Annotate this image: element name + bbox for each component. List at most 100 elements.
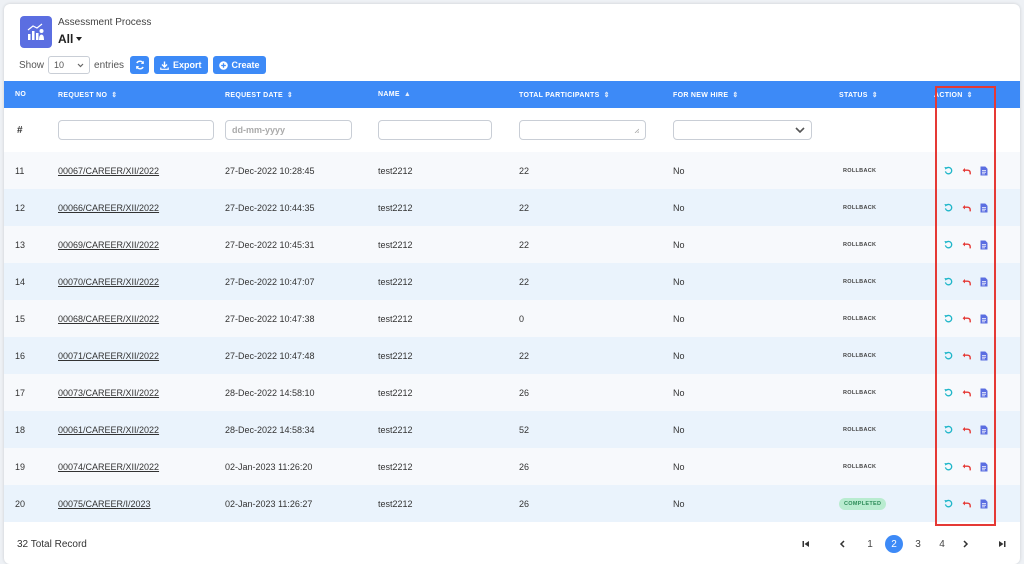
request-no-link[interactable]: 00067/CAREER/XII/2022 [58,166,159,176]
reload-icon[interactable] [944,166,953,175]
undo-arrow-icon[interactable] [962,277,971,286]
request-no-link[interactable]: 00075/CAREER/I/2023 [58,499,151,509]
export-button[interactable]: Export [154,56,208,74]
page-title: Assessment Process [58,17,152,28]
status-badge: ROLLBACK [843,316,877,322]
create-button[interactable]: Create [212,56,266,74]
request-date: 28-Dec-2022 14:58:34 [225,424,315,435]
new-hire-filter-select[interactable] [673,120,812,140]
document-icon[interactable] [980,277,988,287]
column-header-name[interactable]: NAME ▲ [378,81,519,108]
sort-icon: ⇕ [966,91,973,99]
assessment-requests-table: NO REQUEST NO ⇕ REQUEST DATE ⇕ NAME ▲ TOTAL… [4,81,1020,522]
request-no-link[interactable]: 00066/CAREER/XII/2022 [58,203,159,213]
request-date: 28-Dec-2022 14:58:10 [225,387,315,398]
table-row: 11 00067/CAREER/XII/2022 27-Dec-2022 10:28… [4,152,1020,189]
column-header-request-date[interactable]: REQUEST DATE ⇕ [225,81,378,108]
column-header-request-no[interactable]: REQUEST NO ⇕ [58,81,225,108]
row-actions [944,314,1020,324]
process-filter-dropdown[interactable]: All [58,32,151,46]
sort-icon: ⇕ [871,91,878,99]
request-name: test2212 [378,165,413,176]
reload-icon[interactable] [944,277,953,286]
document-icon[interactable] [980,166,988,176]
reload-icon[interactable] [944,462,953,471]
table-row: 18 00061/CAREER/XII/2022 28-Dec-2022 14:58… [4,411,1020,448]
request-no-filter-input[interactable] [58,120,214,140]
undo-arrow-icon[interactable] [962,425,971,434]
sort-icon: ⇕ [286,91,294,99]
request-name: test2212 [378,202,413,213]
table-row: 14 00070/CAREER/XII/2022 27-Dec-2022 10:47… [4,263,1020,300]
last-page-button[interactable] [990,535,1014,553]
undo-arrow-icon[interactable] [962,203,971,212]
request-no-link[interactable]: 00071/CAREER/XII/2022 [58,351,159,361]
row-actions [944,277,1020,287]
document-icon[interactable] [980,388,988,398]
undo-arrow-icon[interactable] [962,351,971,360]
page-button-3[interactable]: 3 [906,535,930,553]
request-no-link[interactable]: 00073/CAREER/XII/2022 [58,388,159,398]
undo-arrow-icon[interactable] [962,314,971,323]
column-header-action[interactable]: ACTION ⇕ [934,81,1020,108]
undo-arrow-icon[interactable] [962,499,971,508]
document-icon[interactable] [980,351,988,361]
filter-row: # dd-mm-yyyy [4,108,1020,152]
for-new-hire: No [673,424,685,435]
next-page-button[interactable] [954,535,978,553]
reload-icon[interactable] [944,203,953,212]
undo-arrow-icon[interactable] [962,240,971,249]
request-no-link[interactable]: 00074/CAREER/XII/2022 [58,462,159,472]
request-name: test2212 [378,313,413,324]
reload-icon[interactable] [944,351,953,360]
column-header-for-new-hire[interactable]: FOR NEW HIRE ⇕ [673,81,839,108]
chevron-down-icon [77,63,84,67]
prev-page-button[interactable] [830,535,854,553]
name-filter-input[interactable] [378,120,492,140]
column-header-status[interactable]: STATUS ⇕ [839,81,934,108]
sort-icon: ⇕ [732,91,739,99]
document-icon[interactable] [980,425,988,435]
process-filter-value: All [58,32,74,46]
request-no-link[interactable]: 00061/CAREER/XII/2022 [58,425,159,435]
last-page-icon [999,541,1006,547]
page-button-4[interactable]: 4 [930,535,954,553]
refresh-button[interactable] [130,56,150,74]
request-no-link[interactable]: 00069/CAREER/XII/2022 [58,240,159,250]
request-name: test2212 [378,498,413,509]
entries-select[interactable]: 10 [48,56,91,74]
document-icon[interactable] [980,240,988,250]
request-no-link[interactable]: 00068/CAREER/XII/2022 [58,314,159,324]
undo-arrow-icon[interactable] [962,388,971,397]
reload-icon[interactable] [944,499,953,508]
reload-icon[interactable] [944,314,953,323]
for-new-hire: No [673,498,685,509]
request-date-filter-input[interactable]: dd-mm-yyyy [225,120,352,140]
document-icon[interactable] [980,314,988,324]
document-icon[interactable] [980,203,988,213]
document-icon[interactable] [980,462,988,472]
for-new-hire: No [673,276,685,287]
create-button-label: Create [231,60,260,70]
request-date: 02-Jan-2023 11:26:27 [225,498,313,509]
column-header-total-participants[interactable]: TOTAL PARTICIPANTS ⇕ [519,81,673,108]
first-page-button[interactable] [794,535,818,553]
undo-arrow-icon[interactable] [962,462,971,471]
participants-filter-input[interactable] [519,120,646,140]
page-button-2[interactable]: 2 [882,535,906,553]
reload-icon[interactable] [944,240,953,249]
table-row: 20 00075/CAREER/I/2023 02-Jan-2023 11:26:2… [4,485,1020,522]
undo-arrow-icon[interactable] [962,166,971,175]
request-name: test2212 [378,387,413,398]
status-badge: ROLLBACK [843,427,877,433]
request-no-link[interactable]: 00070/CAREER/XII/2022 [58,277,159,287]
request-name: test2212 [378,461,413,472]
status-badge: ROLLBACK [843,168,877,174]
table-row: 19 00074/CAREER/XII/2022 02-Jan-2023 11:26… [4,448,1020,485]
table-toolbar: Show 10 entries Export Create [19,56,266,74]
document-icon[interactable] [980,499,988,509]
column-header-no[interactable]: NO [4,81,58,108]
page-button-1[interactable]: 1 [858,535,882,553]
reload-icon[interactable] [944,388,953,397]
reload-icon[interactable] [944,425,953,434]
